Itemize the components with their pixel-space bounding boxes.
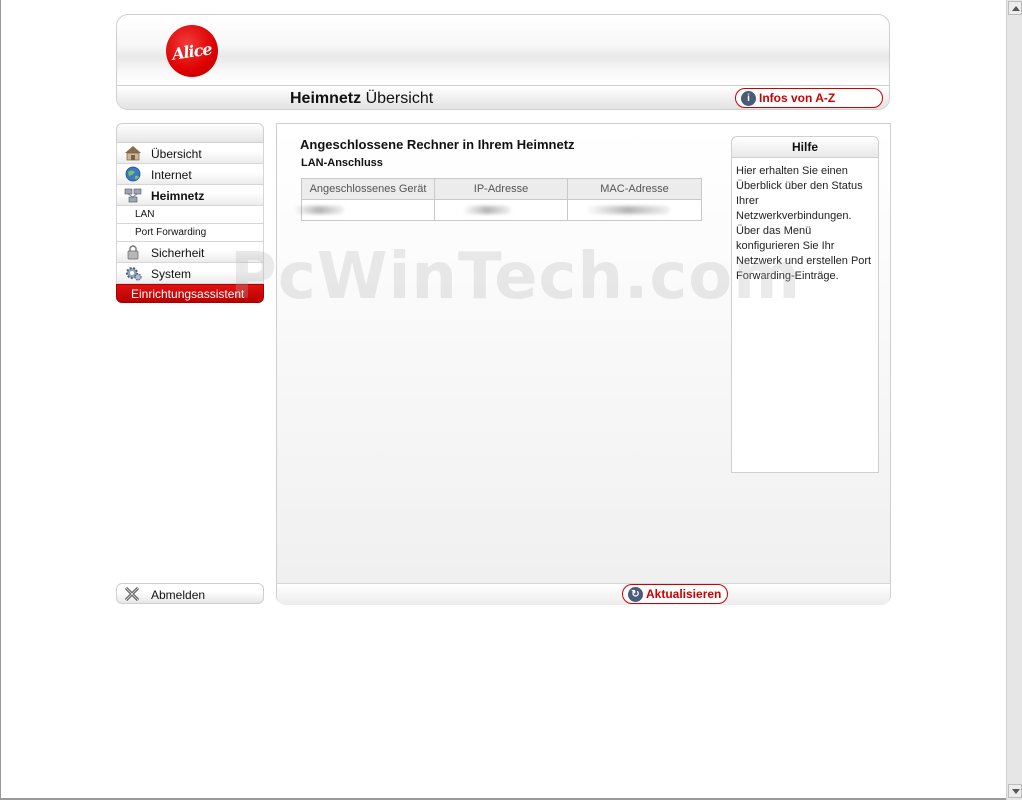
cell-device-redacted	[294, 199, 435, 221]
window-frame-left	[0, 0, 1, 800]
refresh-icon: ↻	[628, 586, 643, 602]
column-header-ip: IP-Adresse	[434, 178, 568, 200]
cell-ip-redacted	[434, 199, 568, 221]
sidebar-item-uebersicht[interactable]: Übersicht	[116, 143, 264, 164]
column-header-mac: MAC-Adresse	[567, 178, 702, 200]
column-header-device: Angeschlossenes Gerät	[301, 178, 435, 200]
sidebar-item-internet[interactable]: Internet	[116, 164, 264, 185]
house-icon	[125, 146, 141, 161]
lock-icon	[127, 245, 139, 260]
gear-icon	[126, 267, 142, 281]
content-footer: ↻ Aktualisieren	[277, 583, 890, 605]
table-header-row: Angeschlossenes Gerät IP-Adresse MAC-Adr…	[301, 178, 702, 200]
close-icon	[124, 586, 140, 602]
refresh-button[interactable]: ↻ Aktualisieren	[622, 584, 728, 604]
alice-logo[interactable]: Alice	[166, 25, 218, 77]
content-title: Angeschlossene Rechner in Ihrem Heimnetz	[300, 137, 575, 152]
content-subtitle: LAN-Anschluss	[301, 157, 383, 169]
sidebar-cap	[116, 123, 264, 143]
info-icon: i	[741, 90, 756, 106]
arrow-up-icon	[1012, 6, 1020, 11]
sidebar-item-heimnetz[interactable]: Heimnetz	[116, 185, 264, 206]
page-header: Alice Heimnetz Übersicht i Infos von A-Z	[116, 14, 890, 110]
page-title: Heimnetz Übersicht	[290, 90, 434, 107]
watermark: PcWinTech.com	[230, 240, 801, 314]
vertical-scrollbar[interactable]	[1006, 0, 1022, 800]
infos-a-z-button[interactable]: i Infos von A-Z	[735, 88, 883, 108]
arrow-down-icon	[1012, 789, 1020, 794]
globe-icon	[125, 166, 141, 182]
help-title: Hilfe	[732, 137, 878, 158]
scroll-up-button[interactable]	[1008, 1, 1022, 15]
sidebar-subitem-lan[interactable]: LAN	[116, 206, 264, 224]
network-icon	[124, 188, 142, 203]
table-row	[294, 199, 702, 221]
scroll-down-button[interactable]	[1008, 784, 1022, 798]
cell-mac-redacted	[567, 199, 702, 221]
lan-devices-table: Angeschlossenes Gerät IP-Adresse MAC-Adr…	[294, 178, 702, 221]
logout-button[interactable]: Abmelden	[116, 583, 264, 604]
